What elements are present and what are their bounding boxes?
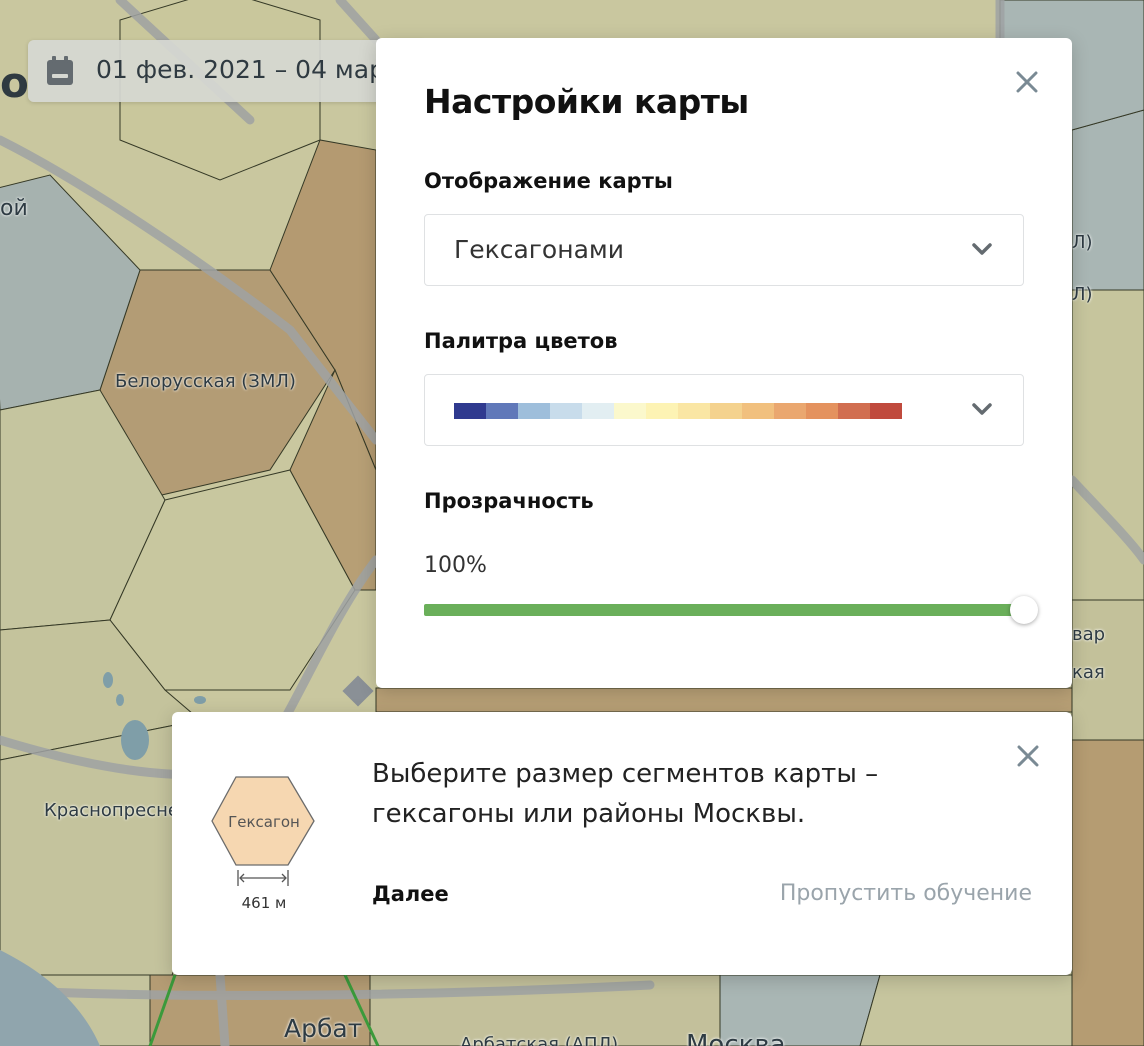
map-hex bbox=[1071, 109, 1144, 291]
palette-swatch bbox=[838, 403, 870, 419]
palette-swatches bbox=[454, 403, 902, 419]
pond bbox=[194, 696, 206, 704]
skip-tutorial-link[interactable]: Пропустить обучение bbox=[780, 881, 1032, 906]
map-hex bbox=[1071, 289, 1144, 601]
page-title-partial: ок bbox=[0, 58, 30, 107]
map-label-krasnopresnenskaya: Краснопресне bbox=[44, 800, 179, 821]
next-button[interactable]: Далее bbox=[372, 882, 449, 906]
palette-swatch bbox=[550, 403, 582, 419]
opacity-slider-track[interactable] bbox=[424, 604, 1024, 616]
map-label-moskva: Москва bbox=[686, 1030, 786, 1046]
hexagon-label: Гексагон bbox=[228, 813, 300, 831]
pond bbox=[116, 694, 124, 706]
map-hex bbox=[859, 974, 1073, 1046]
palette-swatch bbox=[806, 403, 838, 419]
tutorial-text: Выберите размер сегментов карты – гексаг… bbox=[372, 759, 879, 829]
palette-swatch bbox=[646, 403, 678, 419]
hexagon-size: 461 м bbox=[241, 894, 287, 912]
palette-label: Палитра цветов bbox=[424, 329, 618, 353]
map-label-right-3: вар bbox=[1072, 624, 1106, 645]
palette-swatch bbox=[870, 403, 902, 419]
map-label-left: ой bbox=[0, 196, 28, 221]
map-hex bbox=[1071, 739, 1144, 1046]
chevron-down-icon bbox=[972, 243, 992, 255]
pond bbox=[121, 720, 149, 760]
date-range-text: 01 фев. 2021 – 04 мар bbox=[96, 55, 385, 84]
close-icon[interactable] bbox=[1014, 69, 1040, 95]
chevron-down-icon bbox=[972, 403, 992, 415]
palette-select[interactable] bbox=[424, 374, 1024, 446]
palette-swatch bbox=[614, 403, 646, 419]
opacity-label: Прозрачность bbox=[424, 489, 594, 513]
palette-swatch bbox=[742, 403, 774, 419]
map-label-belorusskaya: Белорусская (ЗМЛ) bbox=[115, 371, 296, 392]
pond bbox=[103, 672, 113, 688]
palette-swatch bbox=[486, 403, 518, 419]
opacity-value: 100% bbox=[424, 553, 487, 578]
map-label-right-2: Л) bbox=[1072, 284, 1093, 305]
map-hex bbox=[375, 687, 1073, 713]
settings-title: Настройки карты bbox=[424, 82, 749, 121]
tutorial-card: Гексагон 461 м Выберите размер сегментов… bbox=[172, 712, 1072, 975]
palette-swatch bbox=[774, 403, 806, 419]
palette-swatch bbox=[678, 403, 710, 419]
map-label-arbat: Арбат bbox=[284, 1014, 363, 1043]
palette-swatch bbox=[454, 403, 486, 419]
map-label-right-4: кая bbox=[1072, 662, 1105, 683]
map-settings-panel: Настройки карты Отображение карты Гексаг… bbox=[376, 38, 1072, 688]
opacity-slider-handle[interactable] bbox=[1010, 596, 1038, 624]
palette-swatch bbox=[518, 403, 550, 419]
display-mode-value: Гексагонами bbox=[454, 235, 624, 264]
map-road bbox=[215, 970, 230, 1046]
map-screen: Белорусская (ЗМЛ) Краснопресне Арбат Арб… bbox=[0, 0, 1144, 1046]
map-label-arbatskaya: Арбатская (АПЛ) bbox=[460, 1034, 619, 1046]
map-label-right-1: Л) bbox=[1072, 232, 1093, 253]
display-mode-label: Отображение карты bbox=[424, 169, 673, 193]
hexagon-illustration bbox=[211, 776, 315, 886]
palette-swatch bbox=[582, 403, 614, 419]
date-range-picker[interactable]: 01 фев. 2021 – 04 мар bbox=[28, 40, 428, 102]
calendar-icon bbox=[47, 56, 73, 85]
palette-swatch bbox=[710, 403, 742, 419]
display-mode-select[interactable]: Гексагонами bbox=[424, 214, 1024, 286]
